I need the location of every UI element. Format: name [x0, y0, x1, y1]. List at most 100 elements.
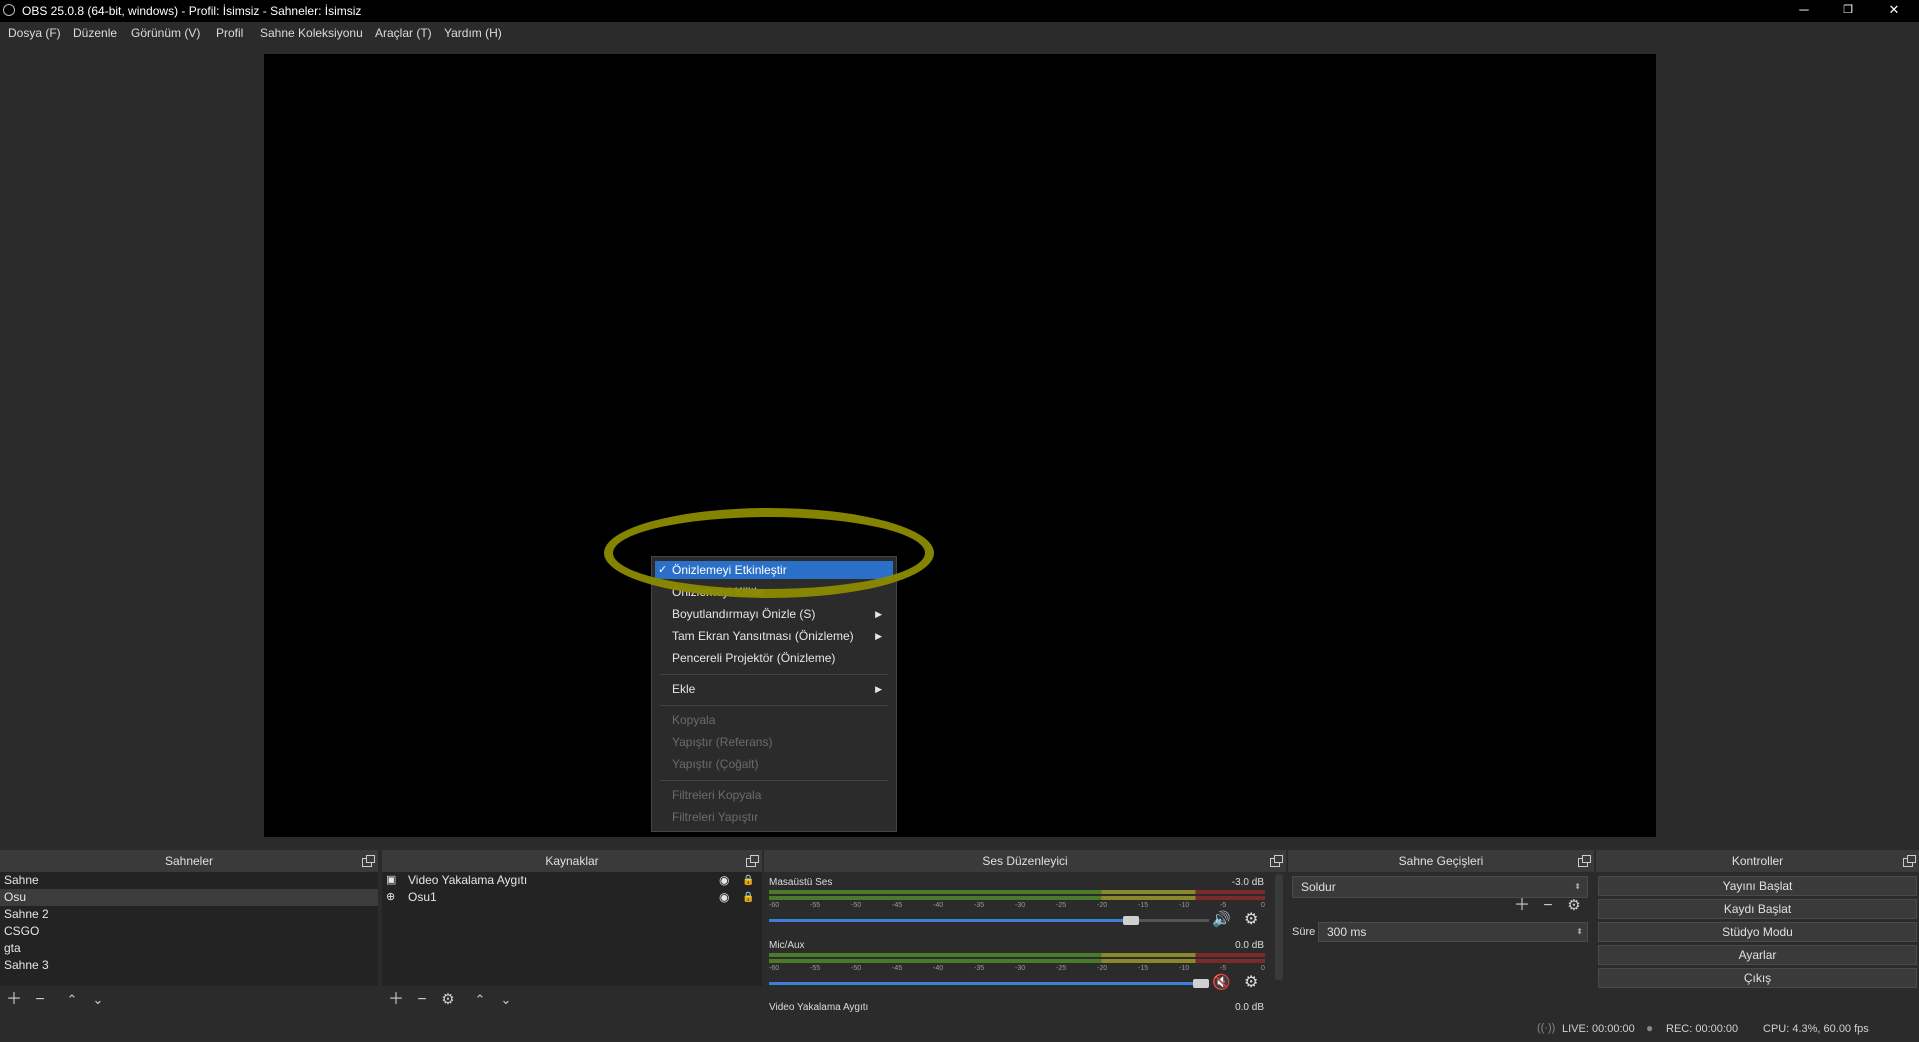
combo-arrows-icon: ⬍: [1574, 882, 1581, 891]
lock-icon[interactable]: 🔒: [742, 889, 754, 906]
scene-item[interactable]: Sahne 2: [0, 906, 378, 923]
channel-db: -3.0 dB: [1231, 877, 1264, 888]
meter-tick-label: 0: [1261, 965, 1265, 972]
menu-item-copy-filters: Filtreleri Kopyala: [672, 788, 762, 802]
menu-bar: Dosya (F) Düzenle Görünüm (V) Profil Sah…: [0, 22, 1919, 44]
meter-tick-label: -40: [933, 965, 944, 972]
menu-separator: [660, 780, 888, 781]
menu-tools[interactable]: Araçlar (T): [375, 26, 432, 40]
source-properties-gear-icon[interactable]: ⚙: [438, 990, 458, 1010]
window-title: OBS 25.0.8 (64-bit, windows) - Profil: İ…: [22, 4, 362, 18]
menu-scene-collection[interactable]: Sahne Koleksiyonu: [260, 26, 363, 40]
highlight-annotation: [604, 508, 934, 598]
scene-item[interactable]: Sahne: [0, 872, 378, 889]
remove-source-button[interactable]: −: [412, 990, 432, 1010]
menu-item-paste-reference: Yapıştır (Referans): [672, 735, 773, 749]
move-up-button[interactable]: ⌃: [62, 990, 82, 1010]
volume-meter: [769, 953, 1265, 957]
duration-spinbox[interactable]: 300 ms ⬍: [1318, 922, 1588, 942]
muted-speaker-icon[interactable]: 🔇: [1212, 973, 1231, 991]
menu-help[interactable]: Yardım (H): [444, 26, 502, 40]
obs-logo-icon: [3, 4, 15, 16]
start-recording-button[interactable]: Kaydı Başlat: [1598, 899, 1917, 919]
add-scene-button[interactable]: ＋: [4, 990, 24, 1010]
status-bar: ((·)) LIVE: 00:00:00 ● REC: 00:00:00 CPU…: [0, 1014, 1919, 1042]
speaker-icon[interactable]: 🔊: [1212, 910, 1231, 928]
volume-slider-fill: [769, 919, 1139, 922]
menu-profile[interactable]: Profil: [216, 26, 243, 40]
scene-item[interactable]: Sahne 3: [0, 957, 378, 974]
minimize-button[interactable]: ─: [1782, 0, 1826, 22]
sources-header: Kaynaklar: [382, 850, 762, 872]
undock-icon[interactable]: [1578, 855, 1591, 867]
start-streaming-button[interactable]: Yayını Başlat: [1598, 876, 1917, 896]
undock-icon[interactable]: [1903, 855, 1916, 867]
live-time: LIVE: 00:00:00: [1562, 1023, 1635, 1035]
mixer-body: Masaüstü Ses -3.0 dB -60 -55 -50 -45 -40 -35-…: [764, 872, 1286, 1014]
menu-item-paste-duplicate: Yapıştır (Çoğalt): [672, 757, 759, 771]
move-down-button[interactable]: ⌄: [496, 990, 516, 1010]
live-broadcast-icon: ((·)): [1537, 1022, 1556, 1034]
rec-time: REC: 00:00:00: [1666, 1023, 1739, 1035]
submenu-arrow-icon: ▶: [875, 609, 882, 619]
spin-arrows-icon[interactable]: ⬍: [1576, 923, 1583, 941]
settings-button[interactable]: Ayarlar: [1598, 945, 1917, 965]
scenes-dock: Sahneler Sahne Osu Sahne 2 CSGO gta Sahn…: [0, 850, 378, 1014]
studio-mode-button[interactable]: Stüdyo Modu: [1598, 922, 1917, 942]
cpu-fps: CPU: 4.3%, 60.00 fps: [1763, 1023, 1869, 1035]
scenes-toolbar: ＋ − ⌃ ⌄: [0, 986, 378, 1014]
remove-scene-button[interactable]: −: [30, 990, 50, 1010]
add-transition-button[interactable]: ＋: [1512, 896, 1532, 916]
volume-slider-handle[interactable]: [1193, 979, 1209, 988]
lock-icon[interactable]: 🔒: [742, 872, 754, 889]
preview-canvas[interactable]: [264, 54, 1656, 837]
sources-dock: Kaynaklar ▣ Video Yakalama Aygıtı ◉ 🔒 ⊕ …: [382, 850, 762, 1014]
volume-meter: [769, 896, 1265, 900]
title-bar: OBS 25.0.8 (64-bit, windows) - Profil: İ…: [0, 0, 1919, 22]
meter-tick-label: -35: [974, 965, 985, 972]
menu-item-preview-scaling[interactable]: Boyutlandırmayı Önizle (S): [672, 607, 815, 621]
undock-icon[interactable]: [362, 855, 375, 867]
menu-item-add[interactable]: Ekle: [672, 682, 695, 696]
gamepad-icon: ⊕: [386, 891, 396, 903]
menu-edit[interactable]: Düzenle: [73, 26, 117, 40]
restore-button[interactable]: ❐: [1826, 0, 1870, 22]
submenu-arrow-icon: ▶: [875, 631, 882, 641]
gear-icon[interactable]: ⚙: [1244, 972, 1258, 992]
exit-button[interactable]: Çıkış: [1598, 968, 1917, 988]
meter-tick-label: -5: [1220, 965, 1227, 972]
undock-icon[interactable]: [746, 855, 759, 867]
menu-item-windowed-projector[interactable]: Pencereli Projektör (Önizleme): [672, 651, 835, 665]
meter-tick-label: 0: [1261, 902, 1265, 909]
scene-item[interactable]: gta: [0, 940, 378, 957]
meter-tick-label: -35: [974, 902, 985, 909]
undock-icon[interactable]: [1270, 855, 1283, 867]
meter-tick-label: -50: [851, 902, 862, 909]
menu-separator: [660, 674, 888, 675]
add-source-button[interactable]: ＋: [386, 990, 406, 1010]
meter-tick-label: -15: [1138, 965, 1149, 972]
channel-name: Mic/Aux: [769, 940, 805, 951]
move-down-button[interactable]: ⌄: [88, 990, 108, 1010]
volume-slider-handle[interactable]: [1122, 916, 1139, 925]
mixer-scrollbar[interactable]: [1275, 874, 1283, 980]
menu-separator: [660, 705, 888, 706]
visibility-eye-icon[interactable]: ◉: [719, 872, 729, 889]
menu-item-fullscreen-projector[interactable]: Tam Ekran Yansıtması (Önizleme): [672, 629, 854, 643]
transition-select[interactable]: Soldur ⬍: [1292, 876, 1588, 898]
visibility-eye-icon[interactable]: ◉: [719, 889, 729, 906]
source-item[interactable]: ⊕ Osu1 ◉ 🔒: [382, 889, 762, 906]
scene-item[interactable]: CSGO: [0, 923, 378, 940]
move-up-button[interactable]: ⌃: [470, 990, 490, 1010]
meter-tick-label: -10: [1179, 965, 1190, 972]
menu-file[interactable]: Dosya (F): [8, 26, 61, 40]
scene-item[interactable]: Osu: [0, 889, 378, 906]
gear-icon[interactable]: ⚙: [1244, 909, 1258, 929]
meter-tick-label: -15: [1138, 902, 1149, 909]
menu-view[interactable]: Görünüm (V): [131, 26, 200, 40]
meter-tick-label: -10: [1179, 902, 1190, 909]
transition-properties-gear-icon[interactable]: ⚙: [1564, 896, 1584, 916]
source-item[interactable]: ▣ Video Yakalama Aygıtı ◉ 🔒: [382, 872, 762, 889]
remove-transition-button[interactable]: −: [1538, 896, 1558, 916]
close-button[interactable]: ✕: [1872, 0, 1916, 22]
